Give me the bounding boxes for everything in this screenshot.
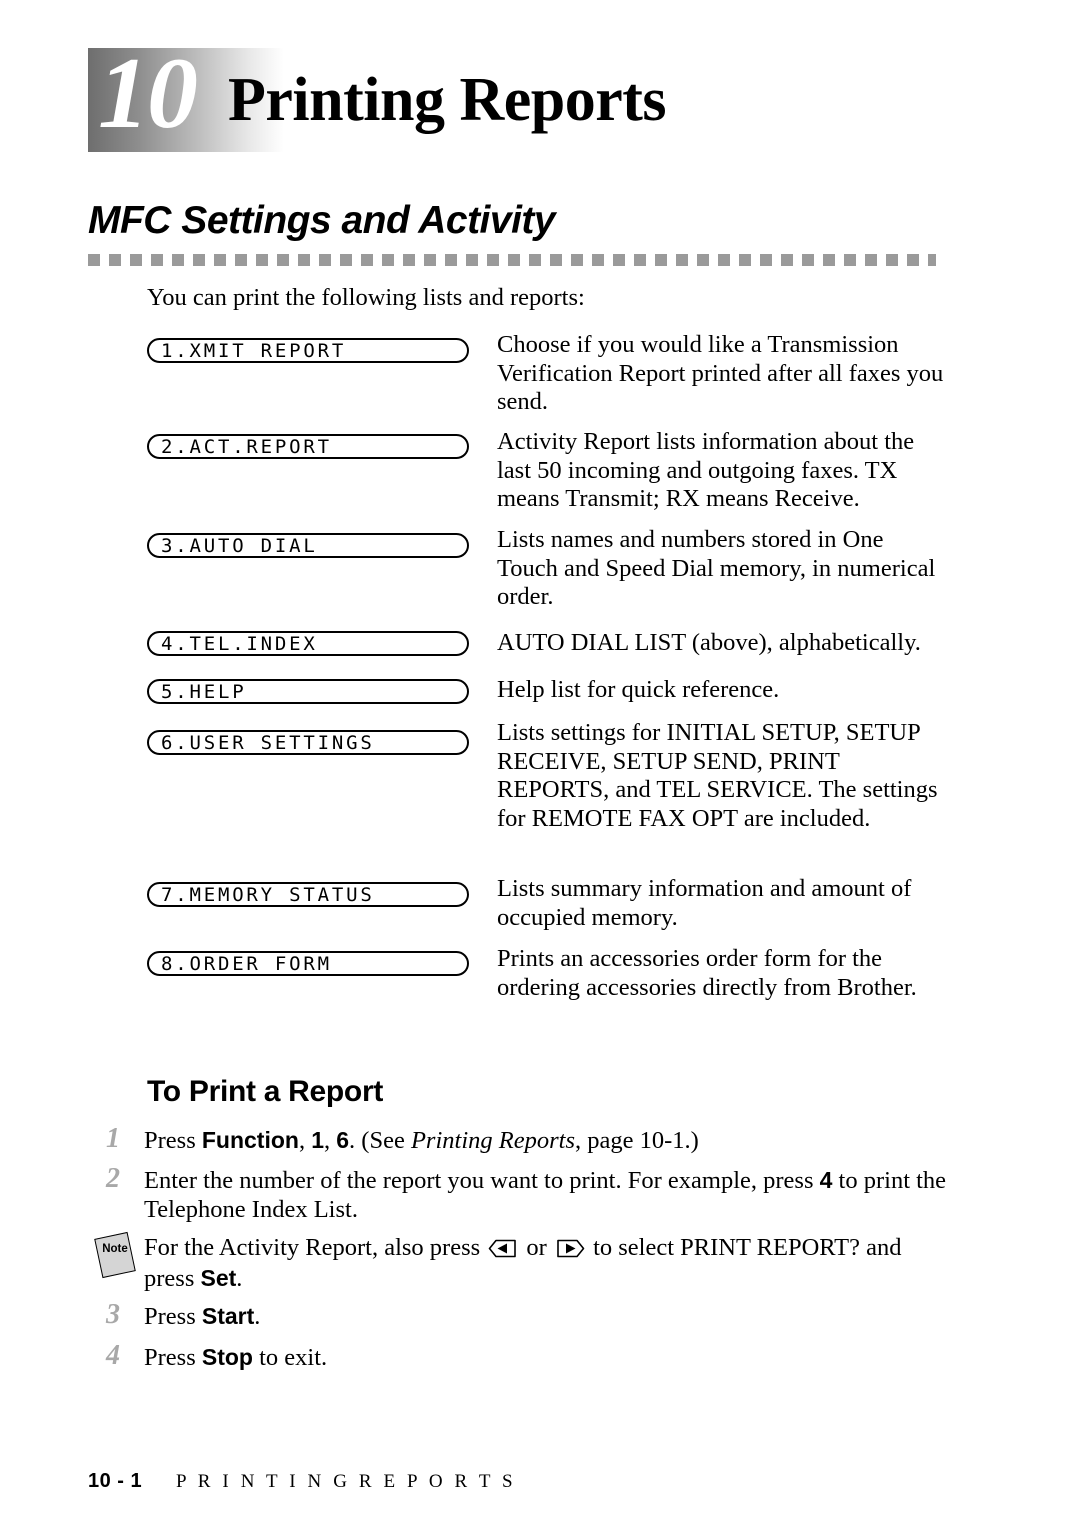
section-divider: [88, 254, 936, 266]
lcd-display-box: 4.TEL.INDEX: [147, 631, 469, 656]
report-description: Lists names and numbers stored in One To…: [497, 526, 936, 611]
lcd-display-box: 2.ACT.REPORT: [147, 434, 469, 459]
report-description: Activity Report lists information about …: [497, 428, 915, 513]
section-heading: MFC Settings and Activity: [88, 199, 556, 242]
note-text: For the Activity Report, also press or t…: [144, 1233, 954, 1294]
page-footer: 10 - 1 P R I N T I N G R E P O R T S: [88, 1468, 948, 1498]
chapter-number: 10: [98, 37, 198, 150]
lcd-display-box: 5.HELP: [147, 679, 469, 704]
lcd-display-box: 3.AUTO DIAL: [147, 533, 469, 558]
text-run: Press: [144, 1127, 202, 1154]
step-number: 2: [106, 1163, 120, 1194]
step-number: 3: [106, 1299, 120, 1330]
step-number: 4: [106, 1340, 120, 1371]
lcd-display-text: 1.XMIT REPORT: [161, 340, 347, 362]
lcd-display-text: 8.ORDER FORM: [161, 953, 332, 975]
lcd-display-text: 3.AUTO DIAL: [161, 535, 318, 557]
report-description: Prints an accessories order form for the…: [497, 945, 917, 1001]
note-icon: [94, 1231, 136, 1279]
report-description: Lists summary information and amount of …: [497, 875, 912, 931]
note-icon-label: Note: [102, 1243, 128, 1255]
text-run: ,: [298, 1127, 312, 1154]
report-description: Help list for quick reference.: [497, 676, 780, 703]
text-run: . (See: [349, 1127, 411, 1154]
lcd-display-box: 7.MEMORY STATUS: [147, 882, 469, 907]
text-run: Press: [144, 1303, 202, 1330]
key-name: Stop: [201, 1344, 253, 1370]
lcd-display-text: 2.ACT.REPORT: [161, 436, 332, 458]
left-arrow-key-icon: [488, 1239, 518, 1258]
text-run: or: [520, 1234, 553, 1261]
step-text: Press Stop to exit.: [144, 1343, 954, 1372]
footer-chapter-title: P R I N T I N G R E P O R T S: [176, 1471, 517, 1492]
footer-page-number: 10 - 1: [88, 1470, 143, 1492]
lcd-display-text: 5.HELP: [161, 681, 247, 703]
lcd-display-text: 6.USER SETTINGS: [161, 732, 375, 754]
text-run: , page 10-1.): [574, 1127, 699, 1154]
text-run: For the Activity Report, also press: [144, 1234, 487, 1261]
step-text: Enter the number of the report you want …: [144, 1166, 954, 1224]
cross-reference: Printing Reports: [410, 1127, 575, 1154]
right-arrow-key-icon: [555, 1239, 585, 1258]
lcd-display-box: 8.ORDER FORM: [147, 951, 469, 976]
step-text: Press Start.: [144, 1302, 954, 1331]
text-run: .: [254, 1303, 261, 1330]
key-name: 4: [819, 1167, 833, 1193]
text-run: Enter the number of the report you want …: [144, 1167, 820, 1194]
text-run: ,: [324, 1127, 337, 1154]
chapter-header: 10 Printing Reports: [88, 42, 948, 152]
text-run: to exit.: [252, 1344, 328, 1371]
lcd-display-box: 1.XMIT REPORT: [147, 338, 469, 363]
key-name: Set: [200, 1265, 237, 1291]
lcd-display-text: 4.TEL.INDEX: [161, 633, 318, 655]
key-name: 1: [311, 1127, 324, 1153]
report-description: Choose if you would like a Transmission …: [497, 331, 944, 416]
lcd-display-box: 6.USER SETTINGS: [147, 730, 469, 755]
subsection-heading: To Print a Report: [147, 1075, 384, 1108]
lcd-display-text: 7.MEMORY STATUS: [161, 884, 375, 906]
page-title: Printing Reports: [228, 66, 667, 134]
step-text: Press Function, 1, 6. (See Printing Repo…: [144, 1126, 954, 1155]
key-name: 6: [336, 1127, 350, 1153]
text-run: Press: [144, 1344, 202, 1371]
step-number: 1: [106, 1123, 120, 1154]
key-name: Start: [201, 1303, 255, 1329]
report-description: AUTO DIAL LIST (above), alphabetically.: [497, 629, 921, 656]
intro-text: You can print the following lists and re…: [147, 284, 585, 311]
key-name: Function: [201, 1127, 299, 1153]
text-run: .: [236, 1265, 243, 1292]
report-description: Lists settings for INITIAL SETUP, SETUP …: [497, 719, 938, 832]
